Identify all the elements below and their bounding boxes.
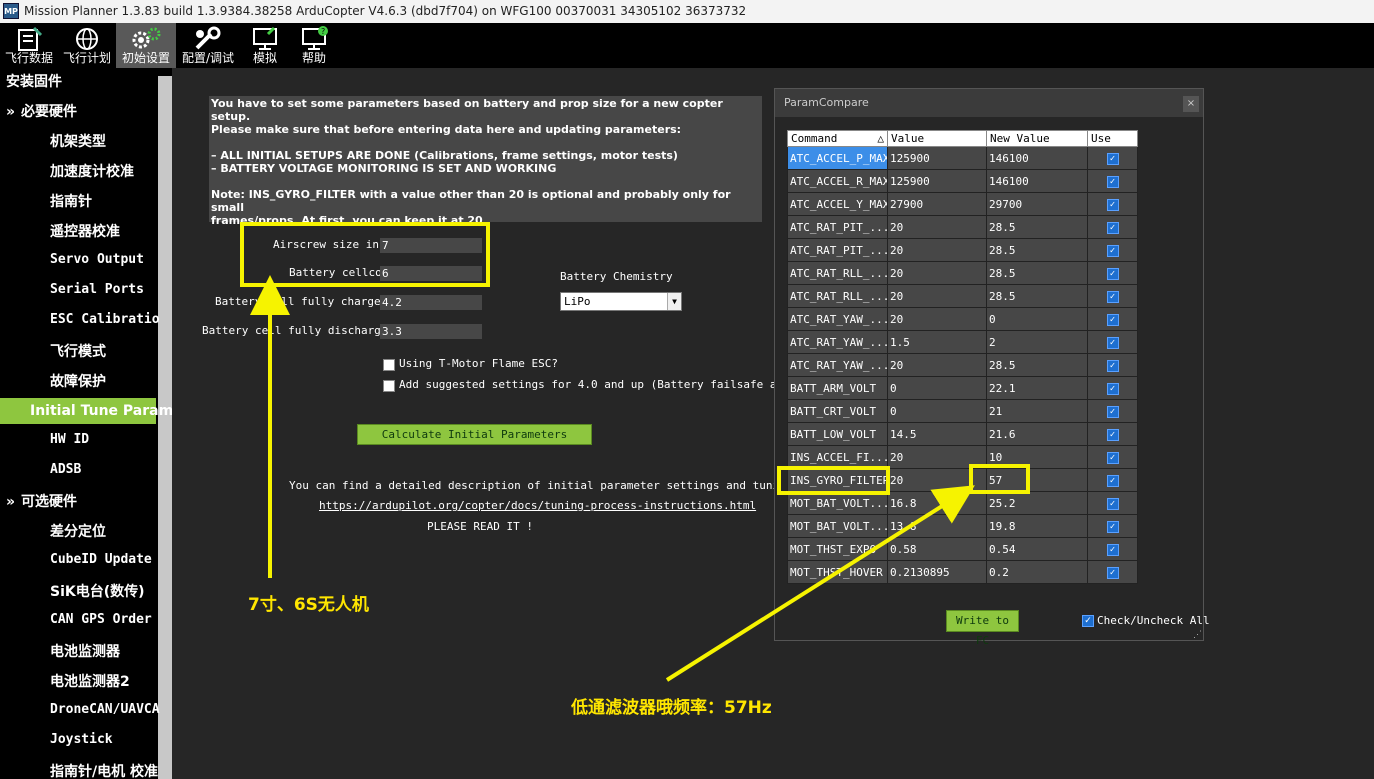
annotation-arrow-2: [665, 485, 975, 682]
annotation-text-drone: 7寸、6S无人机: [248, 595, 369, 615]
annotation-arrows: [250, 275, 975, 682]
annotation-text-filter: 低通滤波器哦频率：57Hz: [571, 698, 772, 718]
